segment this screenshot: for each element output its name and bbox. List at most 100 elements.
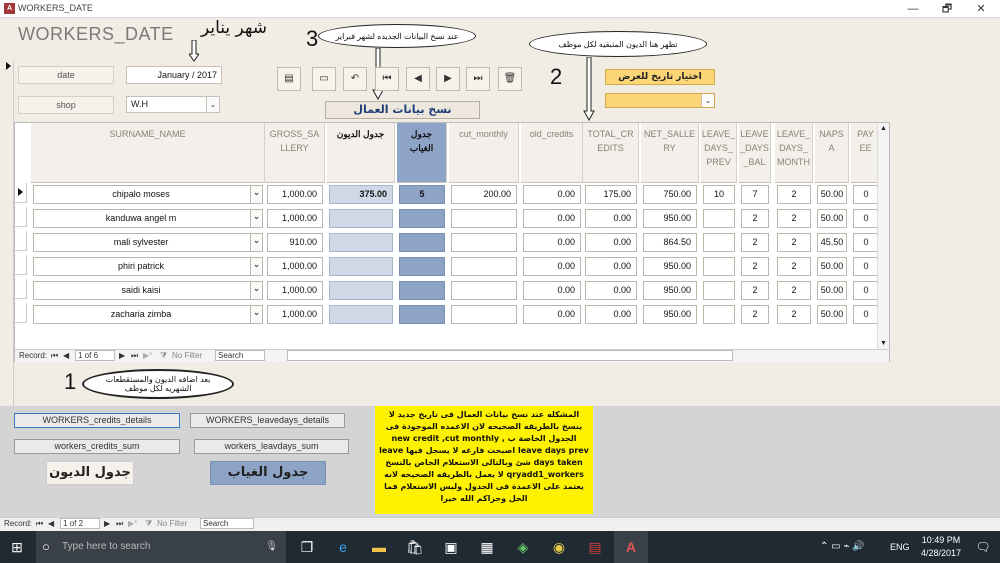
cell-net[interactable]: 950.00 <box>643 305 697 324</box>
column-header[interactable]: GROSS_SA LLERY <box>265 123 325 183</box>
column-header[interactable]: جدول الديون <box>327 123 395 183</box>
cell-old[interactable]: 0.00 <box>523 233 581 252</box>
next-record-icon[interactable]: ▶ <box>436 67 460 91</box>
cell-napsa[interactable]: 50.00 <box>817 281 847 300</box>
app-icon[interactable]: ▤ <box>578 531 612 563</box>
cell-prev[interactable] <box>703 233 735 252</box>
first-record-icon[interactable]: ⏮ <box>51 350 58 362</box>
cell-napsa[interactable]: 50.00 <box>817 209 847 228</box>
app-icon[interactable]: ◈ <box>506 531 540 563</box>
cell-old[interactable]: 0.00 <box>523 185 581 204</box>
cell-month[interactable]: 2 <box>777 233 811 252</box>
workers-leavdays-sum-button[interactable]: workers_leavdays_sum <box>194 439 349 454</box>
cell-bal[interactable]: 2 <box>741 305 769 324</box>
cell-total[interactable]: 0.00 <box>585 209 637 228</box>
cell-bal[interactable]: 2 <box>741 257 769 276</box>
microphone-icon[interactable]: 🎙 <box>265 531 278 563</box>
date-field[interactable]: January / 2017 <box>126 66 222 84</box>
access-taskbar-icon[interactable]: A <box>614 531 648 563</box>
worker-name-combo[interactable]: kanduwa angel m ⌄ <box>33 209 263 228</box>
column-header[interactable]: TOTAL_CR EDITS <box>583 123 639 183</box>
chevron-down-icon[interactable]: ⌄ <box>250 186 262 203</box>
cell-cut[interactable] <box>451 209 517 228</box>
search-field[interactable]: Search <box>200 518 254 529</box>
notification-icon[interactable]: 🗨 <box>966 531 1000 563</box>
cell-napsa[interactable]: 50.00 <box>817 185 847 204</box>
search-field[interactable]: Search <box>215 350 265 361</box>
cell-bal[interactable]: 2 <box>741 209 769 228</box>
cell-payee[interactable]: 0 <box>853 233 879 252</box>
undo-icon[interactable]: ↶ <box>343 67 367 91</box>
store-icon[interactable]: 🛍 <box>398 531 432 563</box>
column-header[interactable]: SURNAME_NAME <box>31 123 265 183</box>
cell-absence[interactable] <box>399 257 445 276</box>
worker-name-combo[interactable]: mali sylvester ⌄ <box>33 233 263 252</box>
column-header[interactable]: NAPS A <box>815 123 849 183</box>
row-selector[interactable] <box>15 255 27 275</box>
cell-napsa[interactable]: 50.00 <box>817 257 847 276</box>
column-header[interactable]: LEAVE_ DAYS_ PREV <box>701 123 737 183</box>
cell-credits[interactable] <box>329 233 393 252</box>
worker-name-combo[interactable]: chipalo moses ⌄ <box>33 185 263 204</box>
cell-gross[interactable]: 1,000.00 <box>267 185 323 204</box>
cell-bal[interactable]: 7 <box>741 185 769 204</box>
cell-net[interactable]: 950.00 <box>643 257 697 276</box>
cell-cut[interactable] <box>451 281 517 300</box>
cell-absence[interactable] <box>399 305 445 324</box>
cell-absence[interactable]: 5 <box>399 185 445 204</box>
cell-month[interactable]: 2 <box>777 281 811 300</box>
file-explorer-icon[interactable]: ▬ <box>362 531 396 563</box>
workers-credits-details-button[interactable]: WORKERS_credits_details <box>14 413 180 428</box>
previous-record-icon[interactable]: ◀ <box>48 518 54 530</box>
worker-name-combo[interactable]: phiri patrick ⌄ <box>33 257 263 276</box>
credits-table-button[interactable]: جدول الديون <box>46 461 134 485</box>
taskbar-search[interactable]: ○ Type here to search 🎙 <box>36 531 286 563</box>
cell-old[interactable]: 0.00 <box>523 257 581 276</box>
record-position-field[interactable]: 1 of 2 <box>60 518 100 529</box>
chevron-down-icon[interactable]: ⌄ <box>206 97 219 112</box>
restore-button[interactable]: 🗗 <box>930 0 964 18</box>
display-date-button[interactable]: اختيار تاريخ للعرض <box>605 69 715 85</box>
cell-prev[interactable] <box>703 257 735 276</box>
app-icon[interactable]: ▣ <box>434 531 468 563</box>
last-record-icon[interactable]: ⏭ <box>466 67 490 91</box>
minimize-button[interactable]: — <box>896 0 930 18</box>
scroll-down-icon[interactable]: ▼ <box>880 340 887 347</box>
cell-cut[interactable] <box>451 305 517 324</box>
cell-gross[interactable]: 1,000.00 <box>267 281 323 300</box>
cell-prev[interactable]: 10 <box>703 185 735 204</box>
filter-status[interactable]: No Filter <box>157 518 187 530</box>
clock-date[interactable]: 4/28/2017 <box>916 548 966 558</box>
last-record-icon[interactable]: ⏭ <box>131 350 138 362</box>
report-icon[interactable]: ▤ <box>277 67 301 91</box>
previous-record-icon[interactable]: ◀ <box>406 67 430 91</box>
chevron-down-icon[interactable]: ⌄ <box>250 234 262 251</box>
chevron-down-icon[interactable]: ⌄ <box>250 210 262 227</box>
cell-payee[interactable]: 0 <box>853 209 879 228</box>
cell-payee[interactable]: 0 <box>853 305 879 324</box>
last-record-icon[interactable]: ⏭ <box>116 518 123 530</box>
workers-leavedays-details-button[interactable]: WORKERS_leavedays_details <box>190 413 345 428</box>
cell-credits[interactable] <box>329 305 393 324</box>
worker-name-combo[interactable]: zacharia zimba ⌄ <box>33 305 263 324</box>
cell-napsa[interactable]: 50.00 <box>817 305 847 324</box>
chrome-icon[interactable]: ◉ <box>542 531 576 563</box>
cell-prev[interactable] <box>703 209 735 228</box>
cell-napsa[interactable]: 45.50 <box>817 233 847 252</box>
chevron-down-icon[interactable]: ⌄ <box>250 282 262 299</box>
cell-bal[interactable]: 2 <box>741 233 769 252</box>
column-header[interactable]: LEAVE _DAYS _BAL <box>739 123 771 183</box>
cell-absence[interactable] <box>399 233 445 252</box>
worker-name-combo[interactable]: saidi kaisi ⌄ <box>33 281 263 300</box>
column-header[interactable]: NET_SALLE RY <box>641 123 699 183</box>
cell-total[interactable]: 0.00 <box>585 257 637 276</box>
cell-total[interactable]: 0.00 <box>585 281 637 300</box>
workers-credits-sum-button[interactable]: workers_credits_sum <box>14 439 180 454</box>
cell-prev[interactable] <box>703 305 735 324</box>
cell-absence[interactable] <box>399 281 445 300</box>
new-record-icon[interactable]: ▶* <box>143 350 152 362</box>
vertical-scrollbar[interactable]: ▲ ▼ <box>877 123 889 349</box>
first-record-icon[interactable]: ⏮ <box>375 67 399 91</box>
column-header[interactable]: جدول الغياب <box>397 123 447 183</box>
cell-credits[interactable] <box>329 257 393 276</box>
